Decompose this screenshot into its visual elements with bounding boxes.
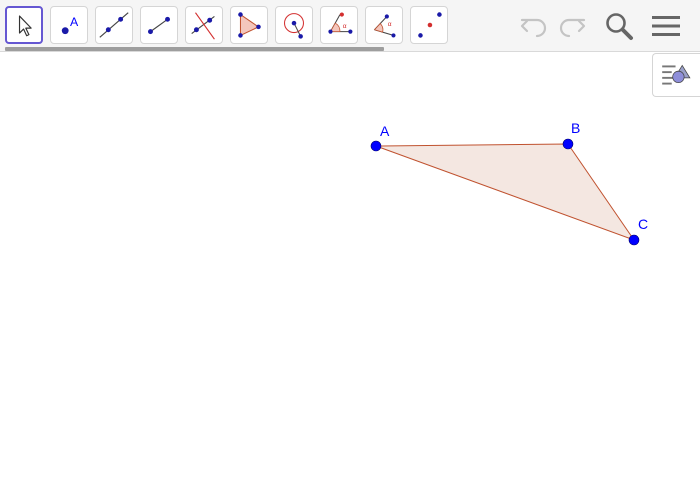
perpendicular-line-icon — [191, 12, 215, 40]
graphics-canvas[interactable]: A B C — [0, 53, 700, 500]
line-through-points-icon — [99, 12, 129, 38]
segment-icon — [148, 16, 170, 35]
search-button[interactable] — [601, 8, 637, 44]
redo-button[interactable] — [554, 8, 590, 44]
angle-given-size-tool-label: α — [388, 21, 392, 28]
toolbar-scrollbar[interactable] — [5, 47, 384, 51]
point-icon: A — [61, 15, 79, 35]
search-icon — [606, 13, 633, 40]
polygon-abc[interactable] — [375, 143, 636, 242]
polygon-tool[interactable] — [230, 6, 268, 44]
point-b[interactable] — [562, 138, 574, 150]
menu-button[interactable] — [648, 8, 684, 44]
hamburger-menu-icon — [652, 16, 680, 36]
point-tool[interactable]: A — [50, 6, 88, 44]
line-tool[interactable] — [95, 6, 133, 44]
angle-given-size-tool[interactable]: α — [365, 6, 403, 44]
angle-icon: α — [328, 12, 353, 34]
angle-tool[interactable]: α — [320, 6, 358, 44]
segment-tool[interactable] — [140, 6, 178, 44]
perpendicular-line-tool[interactable] — [185, 6, 223, 44]
angle-given-size-icon: α — [373, 14, 396, 38]
polygon-icon — [238, 12, 261, 38]
toolbar: A α α — [0, 0, 700, 52]
point-c-label: C — [638, 216, 648, 232]
circle-center-point-icon — [284, 13, 304, 39]
point-a-label: A — [380, 123, 390, 139]
undo-button[interactable] — [516, 8, 552, 44]
point-c[interactable] — [628, 234, 640, 246]
point-b-label: B — [571, 120, 580, 136]
circle-tool[interactable] — [275, 6, 313, 44]
reflect-about-point-icon — [418, 12, 442, 38]
cursor-arrow-icon — [18, 15, 32, 37]
undo-icon — [520, 18, 547, 38]
point-a[interactable] — [370, 140, 382, 152]
move-tool[interactable] — [5, 6, 43, 44]
reflect-tool[interactable] — [410, 6, 448, 44]
point-tool-label: A — [70, 15, 79, 29]
redo-icon — [559, 18, 586, 38]
angle-tool-label: α — [343, 23, 347, 30]
